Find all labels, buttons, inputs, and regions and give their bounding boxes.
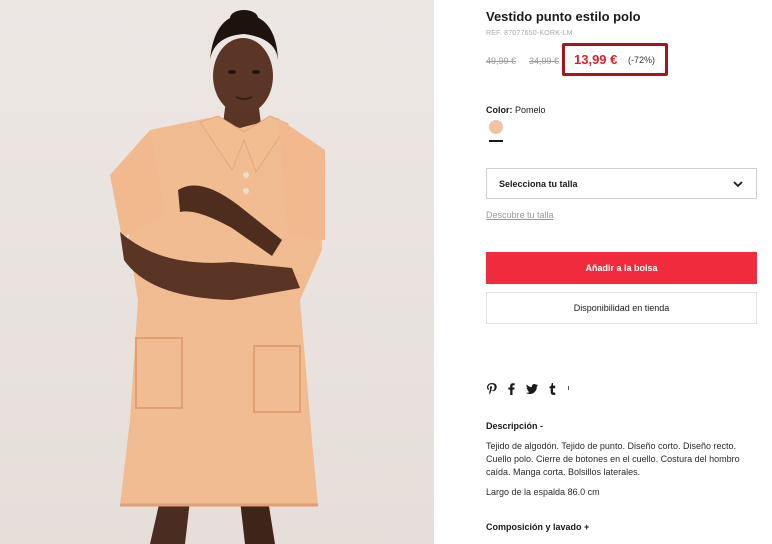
more-icon[interactable]	[567, 386, 570, 392]
store-availability-button[interactable]: Disponibilidad en tienda	[486, 292, 757, 324]
product-image[interactable]	[0, 0, 434, 544]
original-price: 49,99 €	[486, 56, 517, 66]
add-to-bag-button[interactable]: Añadir a la bolsa	[486, 252, 757, 284]
pinterest-icon[interactable]	[487, 383, 497, 395]
sale-price-highlight: 13,99 € (-72%)	[562, 43, 668, 76]
composition-toggle[interactable]: Composición y lavado +	[486, 522, 589, 532]
size-selector-placeholder: Selecciona tu talla	[499, 179, 578, 189]
chevron-down-icon	[733, 181, 743, 188]
color-value: Pomelo	[515, 105, 546, 115]
back-length: Largo de la espalda 86.0 cm	[486, 487, 600, 497]
description-text: Tejido de algodón. Tejido de punto. Dise…	[486, 441, 740, 477]
size-selector[interactable]: Selecciona tu talla	[486, 168, 757, 199]
sale-price: 13,99 €	[574, 52, 618, 67]
color-label-row: Color: Pomelo	[486, 105, 546, 115]
product-reference: REF. 87077650-KORK-LM	[486, 30, 573, 37]
product-title: Vestido punto estilo polo	[486, 9, 641, 24]
discount-percentage: (-72%)	[628, 55, 656, 65]
color-swatch-pomelo[interactable]	[489, 120, 503, 134]
twitter-icon[interactable]	[526, 384, 538, 394]
facebook-icon[interactable]	[508, 383, 515, 395]
size-guide-link[interactable]: Descubre tu talla	[486, 210, 554, 220]
selected-swatch-indicator	[489, 140, 503, 142]
product-page: Vestido punto estilo polo REF. 87077650-…	[0, 0, 772, 544]
social-share-bar	[487, 382, 581, 396]
previous-price: 34,99 €	[529, 56, 560, 66]
description-toggle[interactable]: Descripción -	[486, 421, 543, 431]
tumblr-icon[interactable]	[549, 383, 556, 395]
color-label: Color:	[486, 105, 513, 115]
